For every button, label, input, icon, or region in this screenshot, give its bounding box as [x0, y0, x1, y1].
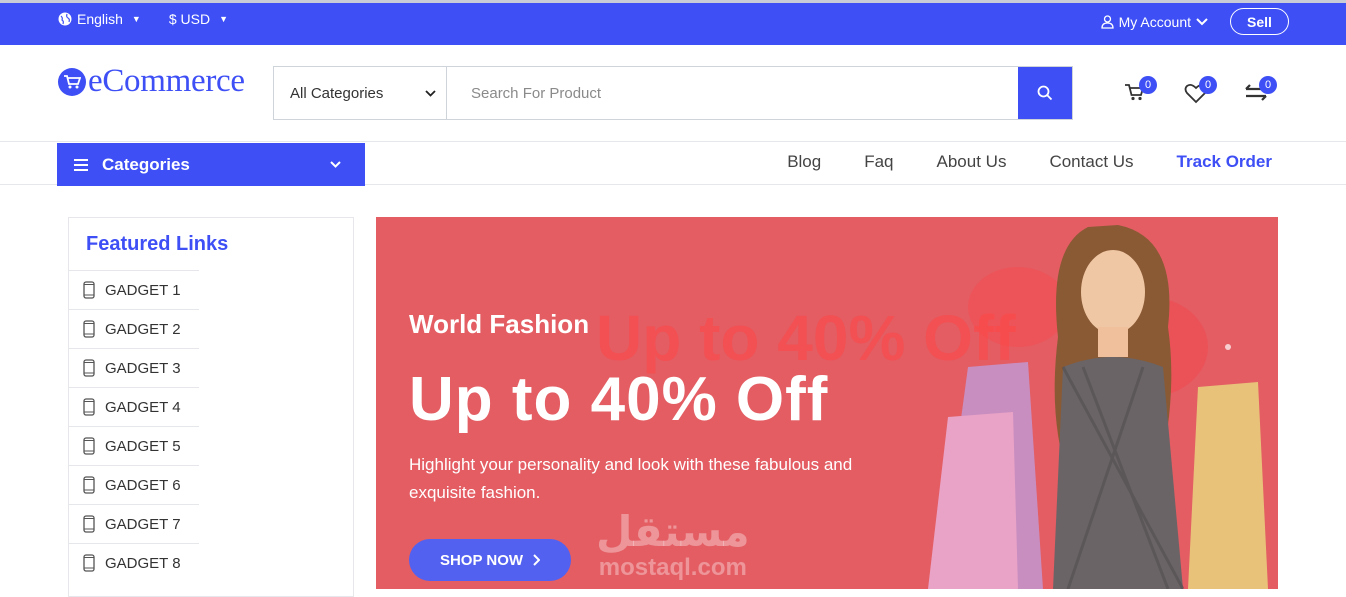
- search-icon: [1037, 85, 1053, 101]
- hero-banner: Up to 40% Off World Fashion Up to 40% Of…: [376, 217, 1278, 589]
- featured-links-list: GADGET 1 GADGET 2 GADGET 3 GADGET 4 GADG…: [69, 270, 353, 582]
- shop-now-label: SHOP NOW: [439, 551, 524, 569]
- fashion-model-image: [898, 217, 1278, 589]
- chevron-down-icon: [425, 89, 436, 97]
- categories-button[interactable]: Categories: [57, 143, 365, 186]
- chevron-down-icon: [1196, 17, 1208, 25]
- search-field[interactable]: [447, 67, 1018, 119]
- categories-label: Categories: [102, 154, 190, 174]
- category-select[interactable]: All Categories: [274, 67, 447, 119]
- phone-icon: [83, 320, 95, 338]
- wishlist-count-badge: 0: [1199, 76, 1217, 94]
- currency-dropdown[interactable]: $ USD ▼: [169, 11, 228, 27]
- phone-icon: [83, 554, 95, 572]
- list-item[interactable]: GADGET 1: [69, 270, 199, 309]
- my-account-label: My Account: [1118, 13, 1191, 30]
- banner-description: Highlight your personality and look with…: [409, 455, 853, 502]
- my-account-dropdown[interactable]: My Account: [1100, 13, 1208, 30]
- watermark: مستقل mostaql.com: [596, 507, 750, 582]
- list-item-label: GADGET 5: [105, 437, 181, 455]
- phone-icon: [83, 515, 95, 533]
- chevron-down-icon: ▼: [131, 14, 141, 24]
- cart-logo-icon: [58, 67, 86, 96]
- chevron-down-icon: [330, 161, 341, 168]
- logo[interactable]: eCommerce: [58, 63, 245, 100]
- nav-link-faq[interactable]: Faq: [864, 152, 893, 172]
- phone-icon: [83, 437, 95, 455]
- list-item-label: GADGET 2: [105, 320, 181, 338]
- list-item-label: GADGET 1: [105, 281, 181, 299]
- language-label: English: [77, 11, 123, 27]
- list-item[interactable]: GADGET 5: [69, 426, 199, 465]
- header: eCommerce All Categories 0 0 0: [0, 45, 1346, 142]
- featured-links-title: Featured Links: [86, 233, 229, 255]
- shop-now-button[interactable]: SHOP NOW: [409, 539, 571, 581]
- nav-link-contact-us[interactable]: Contact Us: [1049, 152, 1133, 172]
- sell-button[interactable]: Sell: [1230, 8, 1289, 35]
- category-select-value: All Categories: [290, 84, 384, 102]
- cart-button[interactable]: 0: [1124, 76, 1157, 104]
- banner-subtitle: World Fashion: [409, 309, 590, 339]
- nav-link-blog[interactable]: Blog: [787, 152, 821, 172]
- language-dropdown[interactable]: English ▼: [58, 11, 141, 27]
- logo-text: eCommerce: [88, 63, 245, 99]
- main-nav: Categories Blog Faq About Us Contact Us …: [0, 142, 1346, 186]
- banner-title: Up to 40% Off: [409, 365, 829, 434]
- wishlist-button[interactable]: 0: [1184, 76, 1217, 104]
- chevron-right-icon: [533, 554, 541, 566]
- phone-icon: [83, 476, 95, 494]
- watermark-domain: mostaql.com: [598, 554, 747, 581]
- list-item[interactable]: GADGET 7: [69, 504, 199, 543]
- list-item-label: GADGET 8: [105, 554, 181, 572]
- phone-icon: [83, 281, 95, 299]
- cart-count-badge: 0: [1139, 76, 1157, 94]
- list-item[interactable]: GADGET 2: [69, 309, 199, 348]
- top-bar: English ▼ $ USD ▼ My Account Sell: [0, 0, 1346, 45]
- list-item[interactable]: GADGET 3: [69, 348, 199, 387]
- chevron-down-icon: ▼: [219, 14, 228, 24]
- list-item-label: GADGET 3: [105, 359, 181, 377]
- globe-icon: [58, 12, 72, 26]
- nav-link-track-order[interactable]: Track Order: [1177, 152, 1272, 172]
- search-button[interactable]: [1018, 67, 1072, 119]
- list-item[interactable]: GADGET 4: [69, 387, 199, 426]
- hamburger-icon: [74, 158, 88, 171]
- featured-links-panel: Featured Links GADGET 1 GADGET 2 GADGET …: [68, 217, 354, 597]
- list-item-label: GADGET 6: [105, 476, 181, 494]
- search-input[interactable]: [471, 84, 1018, 102]
- nav-link-about-us[interactable]: About Us: [937, 152, 1007, 172]
- user-icon: [1100, 14, 1114, 29]
- watermark-arabic: مستقل: [596, 507, 750, 556]
- list-item[interactable]: GADGET 6: [69, 465, 199, 504]
- list-item-label: GADGET 7: [105, 515, 181, 533]
- list-item-label: GADGET 4: [105, 398, 181, 416]
- phone-icon: [83, 359, 95, 377]
- list-item[interactable]: GADGET 8: [69, 543, 199, 582]
- currency-label: $ USD: [168, 11, 211, 27]
- compare-button[interactable]: 0: [1244, 76, 1277, 104]
- compare-count-badge: 0: [1259, 76, 1277, 94]
- search-bar: All Categories: [273, 66, 1073, 120]
- phone-icon: [83, 398, 95, 416]
